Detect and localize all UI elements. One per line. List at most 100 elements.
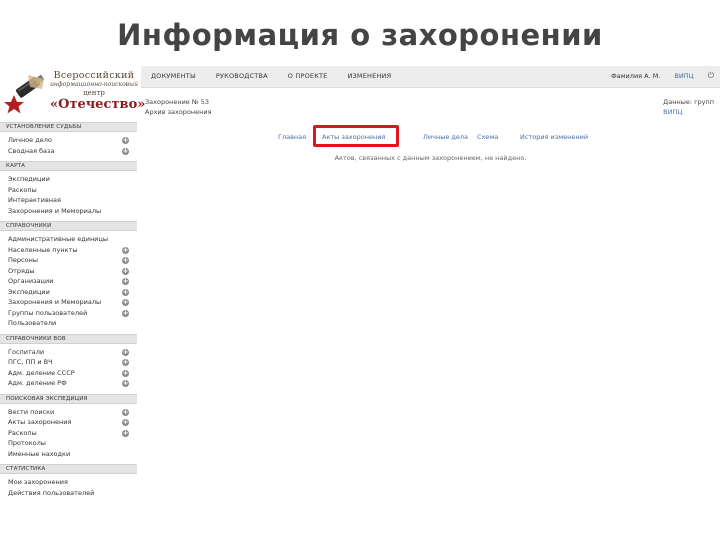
org-link[interactable]: ВИПЦ xyxy=(674,72,693,80)
sidebar-item-label: Населенные пункты xyxy=(8,245,78,254)
top-nav-bar: ДОКУМЕНТЫ РУКОВОДСТВА О ПРОЕКТЕ ИЗМЕНЕНИ… xyxy=(141,66,720,88)
sidebar-section-header: ПОИСКОВАЯ ЭКСПЕДИЦИЯ xyxy=(0,393,137,404)
sidebar-item-label: Группы пользователей xyxy=(8,308,88,317)
sidebar-item[interactable]: Раскопы xyxy=(0,185,137,196)
sidebar-section-header: СТАТИСТИКА xyxy=(0,464,137,474)
sidebar-item[interactable]: Экспедиции xyxy=(0,174,137,185)
tab-main[interactable]: Главная xyxy=(278,133,306,141)
sidebar-section: Личное дело + Сводная база + xyxy=(0,132,137,161)
sidebar: УСТАНОВЛЕНИЕ СУДЬБЫ Личное дело + Сводная б… xyxy=(0,122,137,540)
sidebar-item[interactable]: Адм. деление СССР + xyxy=(0,368,137,379)
tab-personal-files[interactable]: Личные дела xyxy=(423,133,468,141)
sidebar-item-label: Адм. деление РФ xyxy=(8,379,67,387)
user-name[interactable]: Фамилия А. М. xyxy=(611,72,660,80)
sidebar-item[interactable]: Вести поиски + xyxy=(0,407,137,418)
sidebar-item-label: Захоронения и Мемориалы xyxy=(8,298,102,306)
plus-circle-icon[interactable]: + xyxy=(122,267,129,275)
burial-archive-label: Архив захоронения xyxy=(145,108,212,116)
tab-history[interactable]: История изменений xyxy=(520,133,588,141)
logo[interactable]: Всероссийский информационно-поисковый це… xyxy=(0,66,145,122)
sidebar-item[interactable]: Персоны + xyxy=(0,255,137,266)
plus-circle-icon[interactable]: + xyxy=(122,278,129,285)
sidebar-item[interactable]: ПГС, ПП и ВЧ + xyxy=(0,357,137,368)
sidebar-section-header: УСТАНОВЛЕНИЕ СУДЬБЫ xyxy=(0,122,137,132)
nav-changes[interactable]: ИЗМЕНЕНИЯ xyxy=(348,72,392,80)
main-content: Захоронение № 53 Архив захоронения Данны… xyxy=(141,88,720,540)
sidebar-item-label: ПГС, ПП и ВЧ xyxy=(8,358,53,366)
sidebar-item-label: Адм. деление СССР xyxy=(8,368,75,377)
slide-title: Информация о захоронении xyxy=(117,18,603,52)
sidebar-item-label: Интерактивная xyxy=(8,196,61,204)
plus-circle-icon[interactable]: + xyxy=(122,137,129,144)
sidebar-item[interactable]: Действия пользователей xyxy=(0,488,137,499)
sidebar-item-label: Персоны xyxy=(8,256,38,264)
logo-line1: Всероссийский xyxy=(53,70,135,81)
sidebar-item-label: Экспедиции xyxy=(8,287,50,296)
logo-line2: информационно-поисковый xyxy=(50,81,138,88)
sidebar-item[interactable]: Захоронения и Мемориалы xyxy=(0,206,137,217)
sidebar-item[interactable]: Группы пользователей + xyxy=(0,308,137,319)
sidebar-item-label: Личное дело xyxy=(8,136,52,144)
sidebar-item-label: Именные находки xyxy=(8,449,71,458)
sidebar-item-label: Действия пользователей xyxy=(8,488,95,497)
plus-circle-icon[interactable]: + xyxy=(122,359,129,366)
sidebar-item-label: Организации xyxy=(8,277,54,285)
sidebar-item-label: Мои захоронения xyxy=(8,478,68,486)
sidebar-item-label: Экспедиции xyxy=(8,175,50,183)
sidebar-item[interactable]: Сводная база + xyxy=(0,146,137,157)
sidebar-section: Госпитали + ПГС, ПП и ВЧ + Адм. деление СССР… xyxy=(0,344,137,394)
sidebar-item[interactable]: Населенные пункты + xyxy=(0,245,137,256)
sidebar-item[interactable]: Протоколы xyxy=(0,438,137,449)
sidebar-item[interactable]: Административные единицы xyxy=(0,234,137,245)
nav-documents[interactable]: ДОКУМЕНТЫ xyxy=(151,72,196,80)
plus-circle-icon[interactable]: + xyxy=(122,408,129,416)
nav-about[interactable]: О ПРОЕКТЕ xyxy=(288,72,328,80)
sidebar-item[interactable]: Организации + xyxy=(0,276,137,287)
sidebar-item[interactable]: Раскопы + xyxy=(0,428,137,439)
sidebar-item[interactable]: Госпитали + xyxy=(0,347,137,358)
sidebar-item-label: Протоколы xyxy=(8,439,46,447)
sidebar-item-label: Вести поиски xyxy=(8,407,55,416)
tab-bar: Главная Акты захоронения Личные дела Схе… xyxy=(141,129,720,145)
emblem-icon xyxy=(4,74,45,114)
plus-circle-icon[interactable]: + xyxy=(122,380,129,387)
sidebar-item-label: Раскопы xyxy=(8,428,37,437)
plus-circle-icon[interactable]: + xyxy=(122,348,129,356)
sidebar-item-label: Административные единицы xyxy=(8,235,109,243)
plus-circle-icon[interactable]: + xyxy=(122,429,129,437)
sidebar-item[interactable]: Экспедиции + xyxy=(0,287,137,298)
sidebar-item[interactable]: Захоронения и Мемориалы + xyxy=(0,297,137,308)
sidebar-section-header: СПРАВОЧНИКИ xyxy=(0,221,137,231)
plus-circle-icon[interactable]: + xyxy=(122,147,129,155)
top-nav: ДОКУМЕНТЫ РУКОВОДСТВА О ПРОЕКТЕ ИЗМЕНЕНИ… xyxy=(151,72,391,80)
sidebar-item[interactable]: Интерактивная xyxy=(0,195,137,206)
nav-guides[interactable]: РУКОВОДСТВА xyxy=(216,72,268,80)
plus-circle-icon[interactable]: + xyxy=(122,369,129,377)
sidebar-section: Вести поиски + Акты захоронения + Раскопы + Пр… xyxy=(0,404,137,465)
owner-label: Данные: групп xyxy=(663,98,714,106)
power-icon[interactable]: ⏻ xyxy=(708,71,714,81)
owner-info: Данные: групп ВИПЦ xyxy=(663,97,714,117)
sidebar-item[interactable]: Адм. деление РФ + xyxy=(0,378,137,389)
sidebar-item-label: Пользователи xyxy=(8,319,57,327)
plus-circle-icon[interactable]: + xyxy=(122,257,129,264)
plus-circle-icon[interactable]: + xyxy=(122,419,129,426)
active-tab-highlight xyxy=(313,125,399,147)
tab-scheme[interactable]: Схема xyxy=(477,133,498,141)
sidebar-item-label: Госпитали xyxy=(8,347,45,356)
sidebar-section-header: КАРТА xyxy=(0,161,137,171)
sidebar-item[interactable]: Мои захоронения xyxy=(0,477,137,488)
sidebar-section: Экспедиции Раскопы Интерактивная Захоронени… xyxy=(0,171,137,221)
owner-link[interactable]: ВИПЦ xyxy=(663,107,714,117)
plus-circle-icon[interactable]: + xyxy=(122,309,129,317)
sidebar-section: Мои захоронения Действия пользователей xyxy=(0,474,137,503)
plus-circle-icon[interactable]: + xyxy=(122,299,129,306)
sidebar-item-label: Сводная база xyxy=(8,146,55,155)
sidebar-item[interactable]: Отряды + xyxy=(0,266,137,277)
sidebar-item[interactable]: Акты захоронения + xyxy=(0,417,137,428)
plus-circle-icon[interactable]: + xyxy=(122,288,129,296)
sidebar-item[interactable]: Именные находки xyxy=(0,449,137,460)
plus-circle-icon[interactable]: + xyxy=(122,246,129,254)
sidebar-item[interactable]: Личное дело + xyxy=(0,135,137,146)
sidebar-item[interactable]: Пользователи xyxy=(0,318,137,329)
